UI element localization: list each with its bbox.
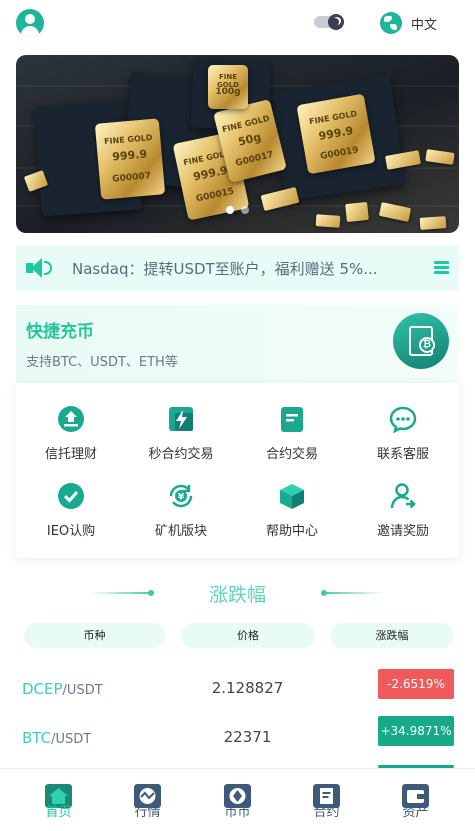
bitcoin-document-icon[interactable]: ₿ [393, 313, 449, 369]
user-avatar-icon[interactable] [16, 9, 44, 37]
pair-base: BTC [22, 729, 52, 747]
trust-finance-icon [58, 406, 84, 432]
tab-market[interactable]: 行情 [100, 769, 195, 831]
grid-item-customer-service[interactable]: 联系客服 [348, 405, 458, 465]
language-label: 中文 [411, 17, 438, 33]
grid-item-label: IEO认购 [46, 524, 96, 539]
column-header-change[interactable]: 涨跌幅 [330, 623, 454, 648]
carousel-dot[interactable] [241, 206, 249, 214]
tab-label: 合约 [313, 805, 340, 820]
gold-bar: FINE GOLD 999.9 G00007 [94, 118, 166, 200]
globe-icon [380, 12, 402, 34]
pair-quote: /USDT [51, 732, 92, 747]
second-contract-icon [169, 407, 193, 431]
tab-label: 币币 [224, 805, 251, 820]
grid-item-invite-reward[interactable]: 邀请奖励 [348, 482, 458, 542]
customer-service-icon [389, 406, 417, 433]
tab-home[interactable]: 首页 [11, 769, 106, 831]
tab-contract[interactable]: 合约 [279, 769, 374, 831]
quick-recharge-subtitle: 支持BTC、USDT、ETH等 [26, 355, 178, 370]
grid-item-label: 帮助中心 [265, 524, 318, 539]
pair-name: BTC/USDT [22, 729, 91, 747]
grid-item-help-center[interactable]: 帮助中心 [237, 482, 347, 542]
pair-name: DCEP/USDT [22, 680, 103, 698]
tab-label: 首页 [45, 805, 72, 820]
grid-item-label: 矿机版块 [154, 524, 207, 539]
tab-assets[interactable]: 资产 [368, 769, 463, 831]
grid-item-label: 合约交易 [265, 447, 318, 462]
pair-base: DCEP [22, 680, 63, 698]
ieo-subscribe-icon [58, 483, 84, 509]
market-row[interactable]: BTC/USDT 22371 +34.9871% [0, 715, 475, 765]
bottom-tab-bar: 首页 行情 币币 合约 资产 [0, 768, 475, 831]
notice-text[interactable]: Nasdaq：提转USDT至账户，福利赠送 5%... [72, 258, 412, 279]
column-header-price[interactable]: 价格 [181, 623, 315, 648]
menu-icon[interactable] [434, 261, 449, 274]
change-badge[interactable]: +34.9871% [378, 716, 454, 746]
change-badge[interactable]: -2.6519% [378, 669, 454, 699]
speaker-icon [26, 257, 52, 279]
svg-text:¥: ¥ [178, 493, 185, 503]
top-header: 中文 [0, 0, 475, 46]
tab-spot[interactable]: 币币 [190, 769, 285, 831]
tab-label: 资产 [402, 805, 429, 820]
pair-price: 22371 [223, 728, 272, 746]
promo-banner[interactable]: FINE GOLD 999.9 G00007 FINE GOLD 999.9 G… [16, 55, 459, 233]
column-header-coin[interactable]: 币种 [24, 623, 165, 648]
section-title: 涨跌幅 [208, 584, 266, 606]
pair-quote: /USDT [62, 683, 103, 698]
quick-recharge-title: 快捷充币 [26, 322, 94, 342]
grid-item-ieo-subscribe[interactable]: IEO认购 [16, 482, 126, 542]
gold-bar: FINE GOLD 100g [208, 65, 248, 109]
moon-icon [328, 14, 344, 30]
gold-bar: FINE GOLD 999.9 G00019 [296, 93, 376, 175]
carousel-dot[interactable] [226, 206, 234, 214]
feature-grid: 信托理财 秒合约交易 合约交易 联系客服 IEO认购 ¥ 矿机版块 帮助中心 邀… [16, 383, 459, 558]
grid-item-label: 秒合约交易 [148, 447, 214, 462]
title-decoration-right [322, 592, 384, 594]
pair-price: 2.128827 [211, 679, 284, 697]
theme-toggle[interactable] [314, 14, 344, 30]
invite-reward-icon [390, 483, 416, 509]
grid-item-label: 信托理财 [44, 447, 97, 462]
language-switch[interactable]: 中文 [380, 11, 437, 35]
grid-item-label: 邀请奖励 [376, 524, 429, 539]
carousel-indicators[interactable] [16, 206, 459, 214]
grid-item-trust-finance[interactable]: 信托理财 [16, 405, 126, 465]
tab-label: 行情 [134, 805, 161, 820]
grid-item-second-contract[interactable]: 秒合约交易 [126, 405, 236, 465]
grid-item-label: 联系客服 [376, 447, 429, 462]
mining-machine-icon: ¥ [169, 484, 193, 508]
notice-bar[interactable]: Nasdaq：提转USDT至账户，福利赠送 5%... [16, 245, 459, 291]
quick-recharge-card[interactable]: 快捷充币 支持BTC、USDT、ETH等 ₿ [16, 305, 459, 383]
market-row[interactable]: DCEP/USDT 2.128827 -2.6519% [0, 666, 475, 716]
grid-item-contract-trade[interactable]: 合约交易 [237, 405, 347, 465]
contract-trade-icon [281, 407, 303, 432]
help-center-icon [280, 484, 304, 509]
grid-item-mining-machine[interactable]: ¥ 矿机版块 [126, 482, 236, 542]
